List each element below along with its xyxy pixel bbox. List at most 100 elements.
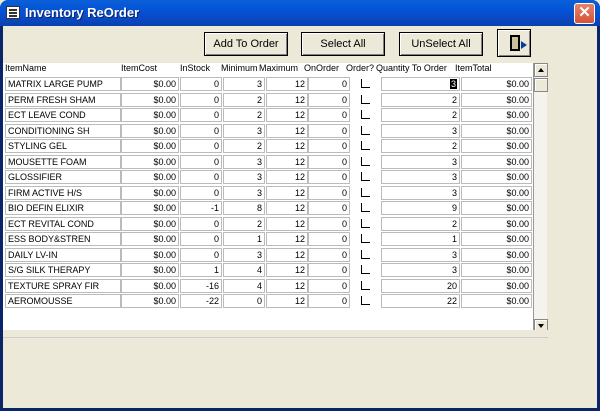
order-checkbox[interactable] [361,110,370,119]
order-checkbox[interactable] [361,94,370,104]
scroll-thumb[interactable] [534,78,548,92]
select-all-button[interactable]: Select All [301,32,385,56]
grid-cell-instock: 0 [180,185,222,200]
quantity-to-order-field[interactable]: 9 [381,201,460,215]
grid-cell-onorder: 0 [308,294,350,308]
grid-cell-total: $0.00 [461,232,532,246]
grid-cell-cost: $0.00 [121,263,179,277]
order-checkbox[interactable] [361,280,370,290]
quantity-to-order-field[interactable]: 2 [381,216,460,231]
grid-cell-onorder: 0 [308,154,350,169]
grid-cell-min: 2 [223,108,265,122]
grid-cell-total: $0.00 [461,123,532,138]
grid-cell-max: 12 [266,139,308,153]
grid-cell-min: 2 [223,216,265,231]
grid-cell-total: $0.00 [461,77,532,91]
quantity-to-order-field[interactable]: 3 [381,185,460,200]
grid-cell-name: GLOSSIFIER [5,170,121,184]
grid-cell-total: $0.00 [461,185,532,200]
title-bar[interactable]: Inventory ReOrder ✕ [0,0,600,26]
grid-cell-cost: $0.00 [121,92,179,107]
quantity-to-order-field[interactable]: 22 [381,294,460,308]
order-checkbox[interactable] [361,79,370,88]
form-body: Add To Order Select All UnSelect All Ite… [3,26,597,333]
grid-cell-max: 12 [266,201,308,215]
order-checkbox[interactable] [361,265,370,274]
grid-cell-name: MOUSETTE FOAM [5,154,121,169]
grid-cell-cost: $0.00 [121,108,179,122]
grid-cell-name: DAILY LV-IN [5,247,121,262]
column-header: InStock [180,63,211,73]
column-header: ItemTotal [455,63,492,73]
grid-cell-onorder: 0 [308,170,350,184]
grid-cell-total: $0.00 [461,154,532,169]
grid-cell-cost: $0.00 [121,216,179,231]
unselect-all-button[interactable]: UnSelect All [399,32,483,56]
grid-cell-instock: 0 [180,77,222,91]
grid-cell-min: 8 [223,201,265,215]
quantity-to-order-field[interactable]: 20 [381,278,460,293]
grid-cell-instock: 0 [180,232,222,246]
grid-cell-max: 12 [266,232,308,246]
grid-cell-name: MATRIX LARGE PUMP [5,77,121,91]
order-checkbox[interactable] [361,156,370,166]
order-checkbox[interactable] [361,249,370,259]
quantity-to-order-field[interactable]: 2 [381,92,460,107]
grid-cell-onorder: 0 [308,232,350,246]
grid-cell-min: 2 [223,139,265,153]
order-checkbox[interactable] [361,125,370,135]
column-header: Minimum [221,63,258,73]
grid-cell-onorder: 0 [308,108,350,122]
grid-cell-instock: -16 [180,278,222,293]
grid-cell-cost: $0.00 [121,232,179,246]
grid-cell-min: 3 [223,154,265,169]
quantity-to-order-field[interactable]: 3 [381,77,460,91]
grid-cell-name: BIO DEFIN ELIXIR [5,201,121,215]
grid-cell-min: 4 [223,263,265,277]
grid-cell-onorder: 0 [308,77,350,91]
order-checkbox[interactable] [361,296,370,305]
quantity-to-order-field[interactable]: 1 [381,232,460,246]
quantity-to-order-field[interactable]: 2 [381,108,460,122]
order-checkbox[interactable] [361,187,370,197]
grid-cell-max: 12 [266,263,308,277]
quantity-to-order-field[interactable]: 3 [381,263,460,277]
close-button[interactable]: ✕ [574,3,595,24]
grid-cell-max: 12 [266,216,308,231]
grid-cell-name: AEROMOUSSE [5,294,121,308]
grid-cell-total: $0.00 [461,216,532,231]
form-client-area: Add To Order Select All UnSelect All Ite… [3,26,597,408]
grid-cell-instock: 0 [180,247,222,262]
grid-cell-instock: 0 [180,154,222,169]
grid-cell-cost: $0.00 [121,170,179,184]
grid-cell-cost: $0.00 [121,123,179,138]
grid-cell-max: 12 [266,185,308,200]
grid-cell-min: 3 [223,247,265,262]
order-checkbox[interactable] [361,203,370,212]
vertical-scrollbar[interactable] [533,63,548,333]
grid-cell-max: 12 [266,92,308,107]
scroll-up-arrow-icon[interactable] [534,63,548,77]
order-checkbox[interactable] [361,218,370,228]
quantity-to-order-field[interactable]: 3 [381,123,460,138]
grid-cell-instock: 0 [180,139,222,153]
order-checkbox[interactable] [361,141,370,150]
quantity-to-order-field[interactable]: 3 [381,170,460,184]
exit-button[interactable] [497,29,531,57]
grid-cell-instock: 0 [180,123,222,138]
grid-cell-name: FIRM ACTIVE H/S [5,185,121,200]
grid-cell-instock: 0 [180,92,222,107]
window-title: Inventory ReOrder [25,5,140,20]
grid-cell-max: 12 [266,170,308,184]
quantity-to-order-field[interactable]: 3 [381,247,460,262]
order-checkbox[interactable] [361,172,370,181]
grid-cell-name: TEXTURE SPRAY FIR [5,278,121,293]
order-checkbox[interactable] [361,234,370,243]
grid-cell-max: 12 [266,294,308,308]
grid-cell-max: 12 [266,108,308,122]
add-to-order-button[interactable]: Add To Order [204,32,288,56]
grid-cell-max: 12 [266,77,308,91]
grid-cell-total: $0.00 [461,92,532,107]
quantity-to-order-field[interactable]: 2 [381,139,460,153]
quantity-to-order-field[interactable]: 3 [381,154,460,169]
